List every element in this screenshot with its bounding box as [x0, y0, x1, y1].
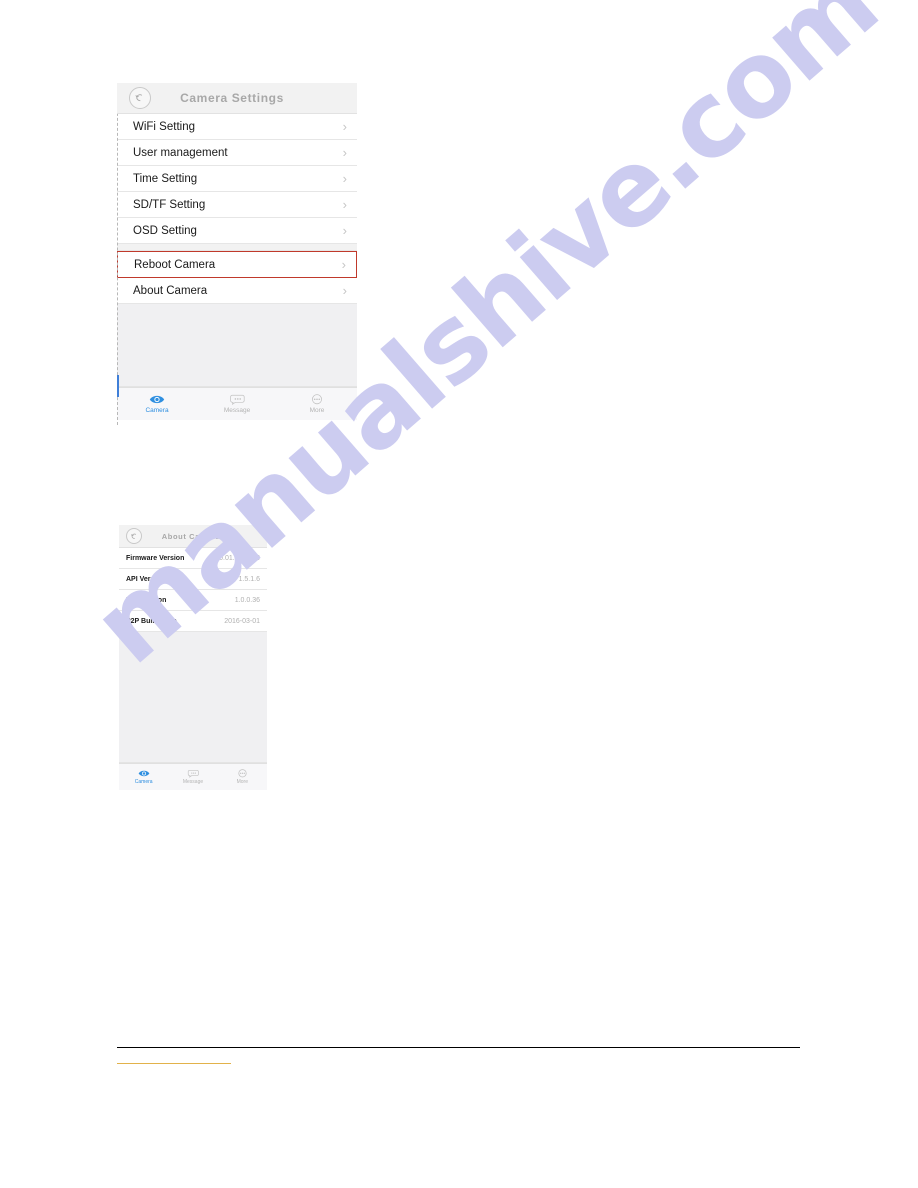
about-header-bar: About Camera — [119, 525, 267, 548]
message-bubble-icon — [187, 769, 199, 778]
page-title: About Camera — [161, 531, 221, 541]
message-bubble-icon — [229, 394, 245, 405]
chevron-right-icon: › — [342, 223, 347, 238]
about-row-label: P2P Bulid Time — [126, 617, 177, 625]
settings-row-label: User management — [133, 146, 228, 159]
settings-row-label: Time Setting — [133, 172, 198, 185]
settings-row-label: SD/TF Setting — [133, 198, 206, 211]
about-row-value: 00.01.01.0040 — [215, 554, 260, 562]
tab-camera[interactable]: Camera — [119, 764, 168, 790]
about-row-value: 1.5.1.6 — [238, 575, 260, 583]
tab-more[interactable]: More — [218, 764, 267, 790]
settings-row-wifi[interactable]: WiFi Setting › — [117, 114, 357, 140]
footer-divider-rule — [117, 1047, 800, 1048]
about-info-list: Firmware Version 00.01.01.0040 API Versi… — [119, 548, 267, 632]
settings-row-label: About Camera — [133, 284, 208, 297]
page-title: Camera Settings — [180, 91, 284, 105]
settings-row-user-management[interactable]: User management › — [117, 140, 357, 166]
tab-label: More — [236, 779, 249, 785]
tab-camera[interactable]: Camera — [117, 388, 197, 420]
about-row-label: API Version — [126, 575, 165, 583]
empty-list-area — [119, 632, 267, 763]
chevron-right-icon: › — [342, 283, 347, 298]
about-camera-screenshot: About Camera Firmware Version 00.01.01.0… — [119, 525, 267, 805]
empty-list-area — [117, 304, 357, 387]
tab-message[interactable]: Message — [168, 764, 217, 790]
settings-row-label: WiFi Setting — [133, 120, 195, 133]
settings-row-time-setting[interactable]: Time Setting › — [117, 166, 357, 192]
tab-label: Message — [182, 779, 204, 785]
chevron-right-icon: › — [342, 197, 347, 212]
settings-row-sdtf-setting[interactable]: SD/TF Setting › — [117, 192, 357, 218]
more-dots-icon — [310, 394, 324, 405]
chevron-right-icon: › — [342, 145, 347, 160]
settings-row-label: OSD Setting — [133, 224, 197, 237]
about-row-value: 2016-03-01 — [224, 617, 260, 625]
tab-more[interactable]: More — [277, 388, 357, 420]
about-row-value: 1.0.0.36 — [234, 596, 260, 604]
about-row-label: P2P Version — [126, 596, 167, 604]
tab-message[interactable]: Message — [197, 388, 277, 420]
bottom-tab-bar: Camera Message More — [117, 387, 357, 420]
bottom-tab-bar: Camera Message More — [119, 763, 267, 790]
tab-label: Message — [223, 407, 251, 414]
settings-row-label: Reboot Camera — [134, 258, 216, 271]
tab-label: Camera — [134, 779, 153, 785]
footer-accent-rule — [117, 1063, 231, 1064]
settings-row-about-camera[interactable]: About Camera › — [117, 278, 357, 304]
chevron-right-icon: › — [341, 257, 346, 272]
settings-header-bar: Camera Settings — [117, 83, 357, 114]
tab-label: Camera — [145, 407, 169, 414]
about-row-firmware-version: Firmware Version 00.01.01.0040 — [119, 548, 267, 569]
chevron-right-icon: › — [342, 171, 347, 186]
camera-eye-icon — [138, 769, 150, 778]
list-group-separator — [117, 244, 357, 251]
tab-label: More — [309, 407, 325, 414]
camera-eye-icon — [149, 394, 165, 405]
about-row-p2p-version: P2P Version 1.0.0.36 — [119, 590, 267, 611]
settings-list: WiFi Setting › User management › Time Se… — [117, 114, 357, 304]
scroll-indicator[interactable] — [117, 375, 119, 397]
about-row-api-version: API Version 1.5.1.6 — [119, 569, 267, 590]
camera-settings-screenshot: Camera Settings WiFi Setting › User mana… — [117, 83, 357, 425]
more-dots-icon — [237, 769, 248, 778]
about-row-p2p-build-time: P2P Bulid Time 2016-03-01 — [119, 611, 267, 632]
settings-row-osd-setting[interactable]: OSD Setting › — [117, 218, 357, 244]
settings-row-reboot-camera[interactable]: Reboot Camera › — [117, 251, 357, 278]
chevron-right-icon: › — [342, 119, 347, 134]
screenshot-left-edge — [117, 83, 119, 425]
about-row-label: Firmware Version — [126, 554, 185, 562]
